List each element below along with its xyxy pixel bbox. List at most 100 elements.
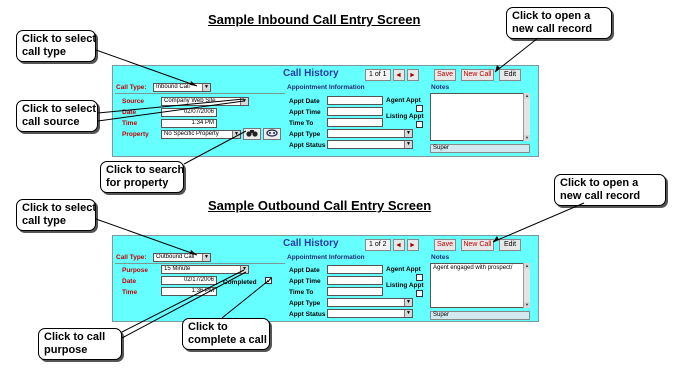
agent-appt-checkbox[interactable]	[416, 274, 423, 281]
save-button[interactable]: Save	[434, 69, 456, 81]
new-call-button[interactable]: New Call	[461, 239, 494, 251]
purpose-value: 15 Minute	[164, 266, 191, 272]
notes-header: Notes	[431, 84, 450, 91]
date-field[interactable]: 02/17/2006	[161, 276, 217, 285]
agent-appt-label: Agent Appt	[386, 266, 421, 273]
appointment-header: Appointment Information	[287, 84, 365, 91]
chevron-down-icon: ▼	[202, 254, 210, 261]
appt-status-label: Appt Status	[289, 311, 326, 318]
appt-time-label: Appt Time	[289, 278, 321, 285]
panel-title: Call History	[283, 68, 339, 79]
divider	[115, 263, 285, 264]
next-record-button[interactable]: ►	[406, 69, 419, 81]
appt-status-select[interactable]: ▼	[327, 309, 413, 318]
edit-button[interactable]: Edit	[499, 239, 521, 251]
eraser-icon	[266, 129, 278, 139]
chevron-down-icon: ▼	[232, 131, 240, 138]
scroll-up-icon: ▲	[524, 93, 530, 99]
scroll-down-icon: ▼	[524, 302, 530, 308]
scroll-down-icon: ▼	[524, 135, 530, 141]
listing-appt-label: Listing Appt	[386, 282, 424, 289]
appt-status-label: Appt Status	[289, 142, 326, 149]
time-to-label: Time To	[289, 289, 314, 296]
call-type-select[interactable]: Outbound Call ▼	[153, 253, 211, 262]
date-field[interactable]: 02/07/2006	[161, 108, 217, 117]
prev-record-button[interactable]: ◄	[392, 239, 405, 251]
call-type-select[interactable]: Inbound Call ▼	[153, 83, 211, 92]
completed-checkbox[interactable]: ✓	[265, 276, 273, 285]
chevron-down-icon: ▼	[240, 98, 248, 105]
listing-appt-checkbox[interactable]	[416, 121, 423, 128]
time-label: Time	[122, 120, 138, 127]
callout-search-property: Click to search for property	[100, 161, 184, 193]
notes-textarea[interactable]	[430, 93, 530, 141]
checkmark-icon: ✓	[266, 276, 273, 285]
outbound-heading: Sample Outbound Call Entry Screen	[208, 198, 432, 213]
time-to-label: Time To	[289, 120, 314, 127]
record-navigator: 1 of 2 ◄ ►	[365, 239, 419, 251]
callout-complete-call: Click to complete a call	[182, 318, 270, 350]
appt-date-field[interactable]	[327, 96, 383, 105]
appt-type-label: Appt Type	[289, 300, 321, 307]
notes-textarea[interactable]: Agent engaged with prospect/	[430, 263, 530, 308]
save-button[interactable]: Save	[434, 239, 456, 251]
search-property-button[interactable]	[243, 128, 261, 140]
time-field[interactable]: 1:34 PM	[161, 119, 217, 128]
new-call-button[interactable]: New Call	[461, 69, 494, 81]
divider	[115, 93, 285, 94]
callout-open-new-call: Click to open a new call record	[554, 174, 666, 206]
notes-scrollbar[interactable]: ▲ ▼	[523, 93, 530, 141]
edit-button[interactable]: Edit	[499, 69, 521, 81]
arrow-left-icon: ◄	[395, 71, 402, 79]
purpose-select[interactable]: 15 Minute ▼	[161, 265, 249, 274]
appt-type-select[interactable]: ▼	[327, 129, 413, 138]
property-value: No Specific Property	[164, 131, 219, 137]
record-pager: 1 of 2	[365, 239, 391, 251]
chevron-down-icon: ▼	[404, 141, 412, 148]
chevron-down-icon: ▼	[202, 84, 210, 91]
call-type-label: Call Type:	[116, 254, 147, 261]
time-field[interactable]: 1:36 PM	[161, 287, 217, 296]
callout-select-call-source: Click to select call source	[16, 100, 98, 132]
next-record-button[interactable]: ►	[406, 239, 419, 251]
panel-title: Call History	[283, 238, 339, 249]
user-field: Super	[430, 311, 530, 320]
property-label: Property	[122, 131, 149, 138]
appt-status-select[interactable]: ▼	[327, 140, 413, 149]
chevron-down-icon: ▼	[240, 266, 248, 273]
notes-scrollbar[interactable]: ▲ ▼	[523, 263, 530, 308]
call-type-label: Call Type:	[116, 84, 147, 91]
completed-label: Completed	[223, 279, 257, 286]
user-field: Super	[430, 144, 530, 153]
agent-appt-label: Agent Appt	[386, 97, 421, 104]
arrow-right-icon: ►	[409, 71, 416, 79]
agent-appt-checkbox[interactable]	[416, 105, 423, 112]
property-select[interactable]: No Specific Property ▼	[161, 130, 241, 139]
appt-date-label: Appt Date	[289, 267, 320, 274]
record-pager: 1 of 1	[365, 69, 391, 81]
prev-record-button[interactable]: ◄	[392, 69, 405, 81]
appt-time-field[interactable]	[327, 107, 383, 116]
date-label: Date	[122, 109, 137, 116]
appt-time-label: Appt Time	[289, 109, 321, 116]
appt-type-select[interactable]: ▼	[327, 298, 413, 307]
time-label: Time	[122, 289, 138, 296]
clear-property-button[interactable]	[263, 128, 281, 140]
listing-appt-checkbox[interactable]	[416, 290, 423, 297]
appt-time-field[interactable]	[327, 276, 383, 285]
source-label: Source	[122, 98, 145, 105]
chevron-down-icon: ▼	[404, 310, 412, 317]
source-select[interactable]: Company Web Site ▼	[161, 97, 249, 106]
purpose-label: Purpose	[122, 267, 149, 274]
appointment-header: Appointment Information	[287, 254, 365, 261]
time-to-field[interactable]	[327, 118, 383, 127]
callout-open-new-call: Click to open a new call record	[506, 7, 612, 39]
chevron-down-icon: ▼	[404, 299, 412, 306]
callout-call-purpose: Click to call purpose	[38, 328, 122, 360]
appt-date-field[interactable]	[327, 265, 383, 274]
record-navigator: 1 of 1 ◄ ►	[365, 69, 419, 81]
time-to-field[interactable]	[327, 287, 383, 296]
callout-select-call-type: Click to select call type	[16, 199, 96, 231]
outbound-call-panel: Call History 1 of 2 ◄ ► Save New Call Ed…	[112, 235, 539, 322]
arrow-right-icon: ►	[409, 241, 416, 249]
